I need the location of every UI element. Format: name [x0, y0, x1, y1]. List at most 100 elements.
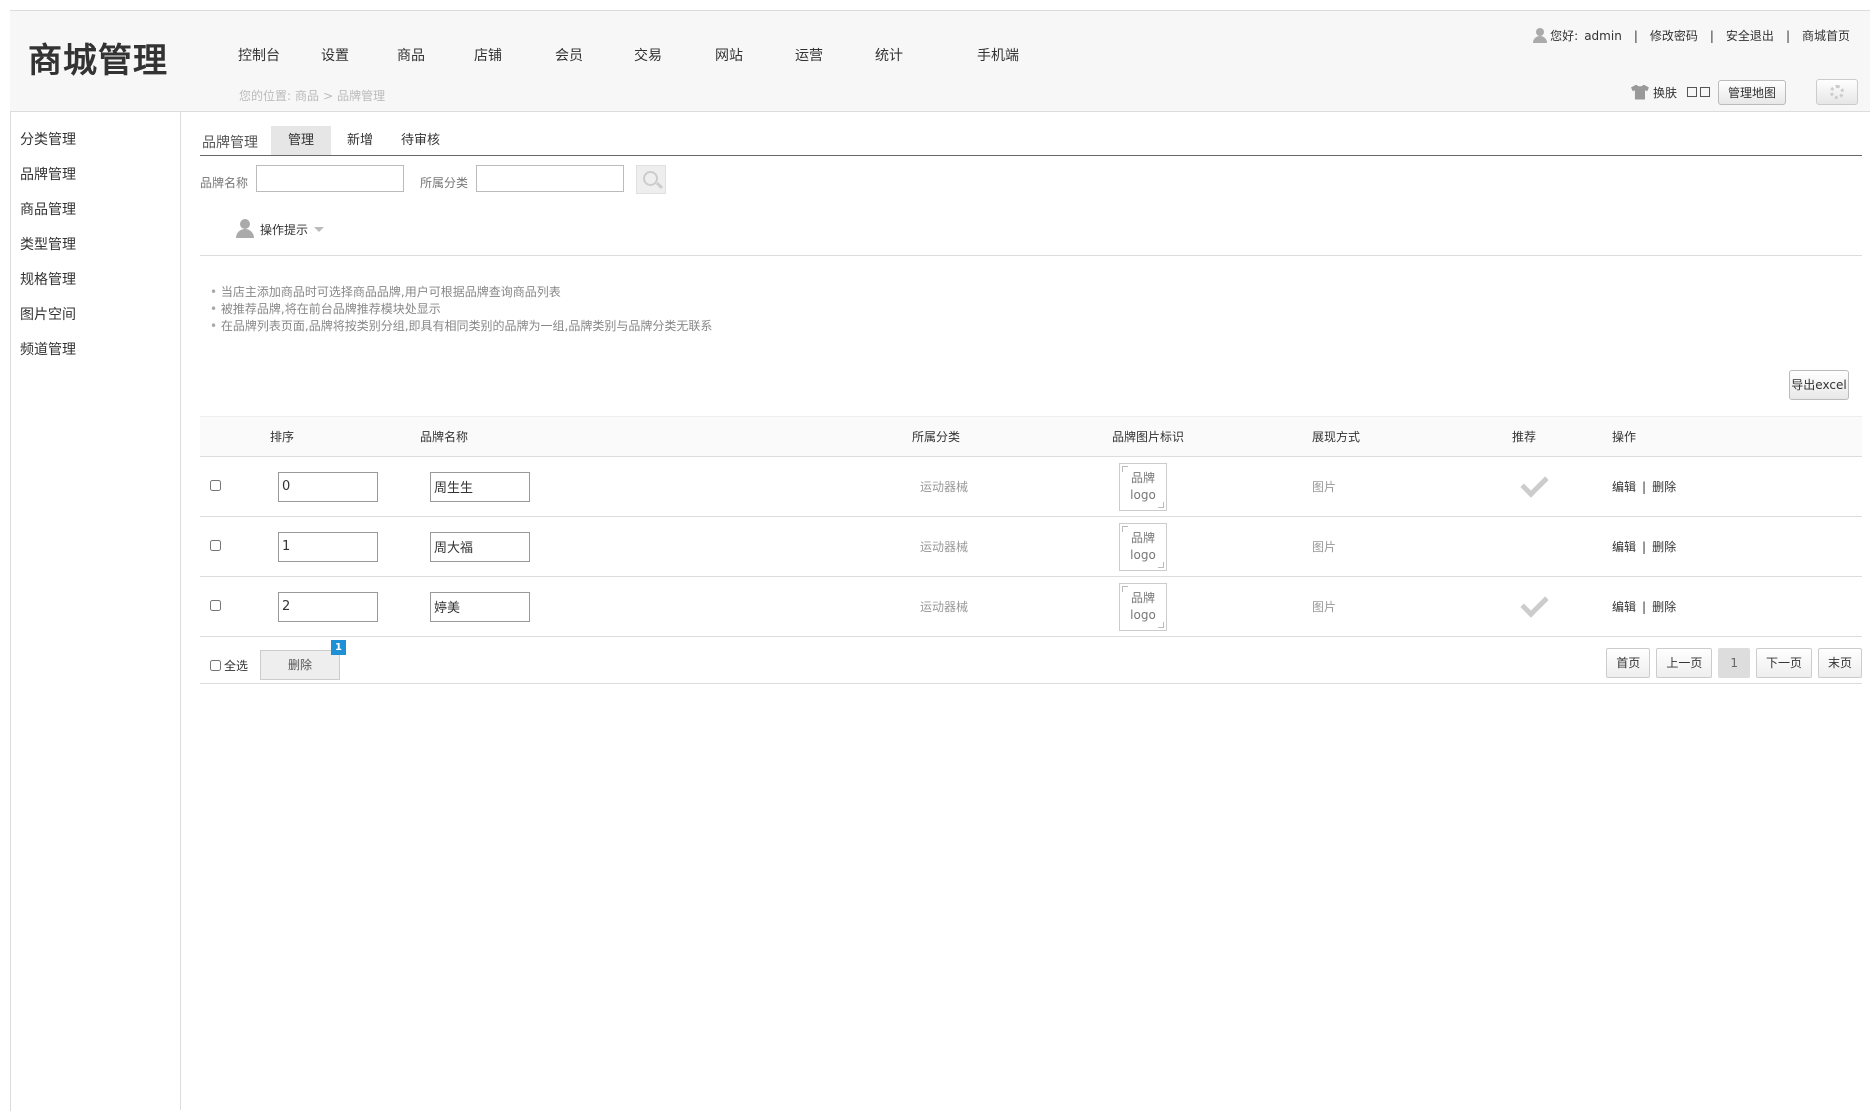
select-all[interactable]: 全选	[210, 657, 248, 674]
change-password-link[interactable]: 修改密码	[1650, 27, 1698, 44]
breadcrumb-goods[interactable]: 商品	[295, 89, 319, 103]
col-category: 所属分类	[912, 416, 1112, 457]
shop-home-link[interactable]: 商城首页	[1802, 27, 1850, 44]
skin-square-icon[interactable]	[1686, 87, 1697, 97]
separator: |	[1709, 28, 1714, 43]
separator: |	[1785, 28, 1790, 43]
category-cell: 运动器械	[912, 456, 1112, 517]
sidebar-item-spec[interactable]: 规格管理	[20, 269, 76, 289]
nav-goods[interactable]: 商品	[397, 45, 425, 65]
sidebar-item-type[interactable]: 类型管理	[20, 234, 76, 254]
select-all-checkbox[interactable]	[210, 660, 221, 671]
section-title: 品牌管理	[202, 135, 258, 151]
logo-text: 品牌	[1130, 470, 1155, 485]
tip-item: 被推荐品牌,将在前台品牌推荐模块处显示	[210, 301, 712, 318]
actions-cell: 编辑 | 删除	[1612, 456, 1862, 517]
sidebar-item-image-space[interactable]: 图片空间	[20, 304, 76, 324]
logo-text: logo	[1130, 547, 1156, 562]
skin-shirt-icon[interactable]	[1630, 84, 1649, 100]
nav-members[interactable]: 会员	[555, 45, 583, 65]
search-button[interactable]	[636, 165, 666, 194]
row-checkbox[interactable]	[210, 479, 221, 491]
delete-link[interactable]: 删除	[1652, 480, 1676, 494]
edit-link[interactable]: 编辑	[1612, 540, 1636, 554]
tool-row: 换肤 管理地图	[1630, 79, 1858, 105]
recommend-cell[interactable]	[1512, 516, 1612, 577]
breadcrumb-prefix: 您的位置:	[239, 89, 292, 103]
recommend-check-icon[interactable]	[1520, 468, 1549, 498]
tips-toggle[interactable]: 操作提示	[236, 219, 325, 239]
row-checkbox[interactable]	[210, 539, 221, 551]
settings-button[interactable]	[1816, 79, 1858, 105]
tab-pending[interactable]: 待审核	[384, 126, 457, 155]
sidebar-item-category[interactable]: 分类管理	[20, 129, 76, 149]
sort-input[interactable]	[278, 531, 378, 562]
col-sort: 排序	[270, 416, 420, 457]
nav-settings[interactable]: 设置	[321, 45, 349, 65]
edit-link[interactable]: 编辑	[1612, 480, 1636, 494]
edit-link[interactable]: 编辑	[1612, 600, 1636, 614]
page-next-button[interactable]: 下一页	[1755, 648, 1812, 678]
pagination: 首页 上一页 1 下一页 末页	[1600, 648, 1862, 678]
tab-add[interactable]: 新增	[330, 126, 390, 155]
tip-item: 在品牌列表页面,品牌将按类别分组,即具有相同类别的品牌为一组,品牌类别与品牌分类…	[210, 318, 712, 335]
page-last-button[interactable]: 末页	[1817, 648, 1862, 678]
bulk-delete-button[interactable]: 删除	[260, 650, 340, 680]
category-cell: 运动器械	[912, 516, 1112, 577]
category-input[interactable]	[476, 165, 624, 192]
selection-count-badge: 1	[331, 640, 346, 655]
breadcrumb-arrow: >	[323, 89, 334, 103]
row-checkbox[interactable]	[210, 599, 221, 611]
table-header-row: 排序 品牌名称 所属分类 品牌图片标识 展现方式 推荐 操作	[200, 416, 1862, 457]
nav-operations[interactable]: 运营	[795, 45, 823, 65]
skin-link[interactable]: 换肤	[1653, 84, 1677, 101]
sidebar-item-channel[interactable]: 频道管理	[20, 339, 76, 359]
logout-link[interactable]: 安全退出	[1726, 27, 1774, 44]
tab-manage[interactable]: 管理	[271, 126, 332, 155]
sidebar-item-goods[interactable]: 商品管理	[20, 199, 76, 219]
greeting: 您好:	[1550, 29, 1579, 43]
separator: |	[1642, 480, 1647, 494]
delete-link[interactable]: 删除	[1652, 540, 1676, 554]
nav-statistics[interactable]: 统计	[875, 45, 903, 65]
separator: |	[1642, 600, 1647, 614]
nav-mobile[interactable]: 手机端	[977, 45, 1019, 65]
sidebar-item-brand[interactable]: 品牌管理	[20, 164, 76, 184]
admin-map-button[interactable]: 管理地图	[1717, 79, 1786, 105]
recommend-check-icon[interactable]	[1520, 588, 1549, 618]
sort-input[interactable]	[278, 471, 378, 502]
brand-name-label: 品牌名称	[200, 176, 249, 190]
page-current: 1	[1718, 648, 1750, 678]
nav-website[interactable]: 网站	[715, 45, 743, 65]
user-icon	[1533, 27, 1548, 44]
page-prev-button[interactable]: 上一页	[1656, 648, 1713, 678]
actions-cell: 编辑 | 删除	[1612, 516, 1862, 577]
export-excel-button[interactable]: 导出excel	[1789, 370, 1849, 400]
header: 商城管理 控制台 设置 商品 店铺 会员 交易 网站 运营 统计 手机端 您的位…	[10, 10, 1870, 112]
table-row: 运动器械 品牌 logo 图片 编辑 | 删除	[200, 516, 1862, 577]
nav-dashboard[interactable]: 控制台	[238, 45, 280, 65]
brand-name-input[interactable]	[256, 165, 404, 192]
tips-list: 当店主添加商品时可选择商品品牌,用户可根据品牌查询商品列表 被推荐品牌,将在前台…	[210, 284, 712, 335]
brand-name-field[interactable]	[430, 531, 530, 562]
nav-trade[interactable]: 交易	[634, 45, 662, 65]
tab-bar: 品牌管理 管理 新增 待审核	[200, 126, 1862, 156]
display-cell: 图片	[1312, 456, 1512, 517]
display-cell: 图片	[1312, 576, 1512, 637]
brand-name-field[interactable]	[430, 591, 530, 622]
col-brand-name: 品牌名称	[420, 416, 912, 457]
nav-stores[interactable]: 店铺	[474, 45, 502, 65]
brand-logo-placeholder: 品牌 logo	[1119, 522, 1167, 571]
skin-square-icon[interactable]	[1699, 87, 1710, 97]
sort-input[interactable]	[278, 591, 378, 622]
brand-table: 排序 品牌名称 所属分类 品牌图片标识 展现方式 推荐 操作 运动器械 品牌 lo…	[200, 416, 1862, 637]
tips-user-icon	[236, 219, 254, 239]
page-first-button[interactable]: 首页	[1606, 648, 1651, 678]
display-cell: 图片	[1312, 516, 1512, 577]
delete-link[interactable]: 删除	[1652, 600, 1676, 614]
brand-name-field[interactable]	[430, 471, 530, 502]
table-row: 运动器械 品牌 logo 图片 编辑 | 删除	[200, 456, 1862, 517]
sidebar: 分类管理 品牌管理 商品管理 类型管理 规格管理 图片空间 频道管理	[10, 111, 181, 1110]
col-checkbox	[200, 416, 270, 457]
separator: |	[1633, 28, 1638, 43]
